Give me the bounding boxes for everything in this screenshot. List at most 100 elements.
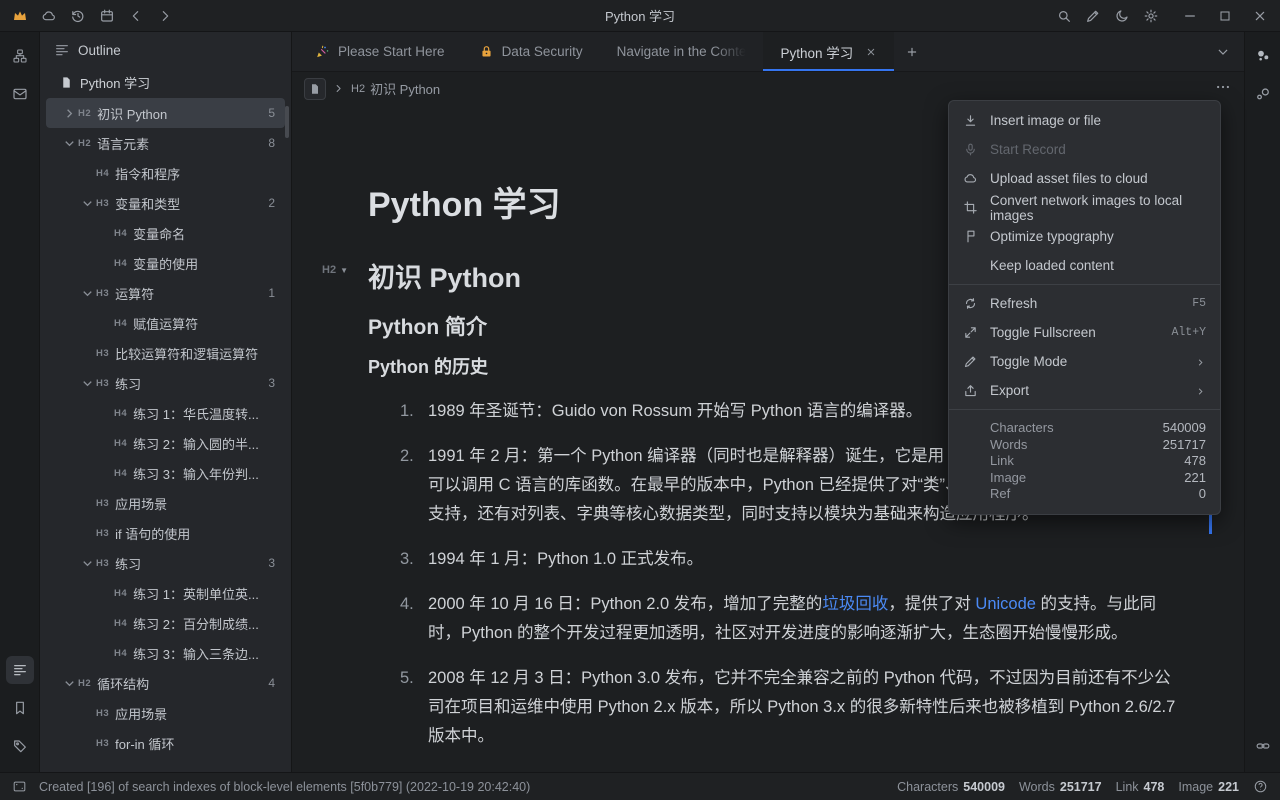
menu-item-toggle-mode[interactable]: Toggle Mode [949, 347, 1220, 376]
outline-item[interactable]: H3练习3 [46, 548, 285, 578]
outline-item[interactable]: H3for-in 循环 [46, 728, 285, 758]
outline-doc-row[interactable]: Python 学习 [40, 68, 291, 96]
history-icon[interactable] [70, 8, 86, 24]
tab-please-start-here[interactable]: Please Start Here [298, 32, 462, 71]
inline-link[interactable]: Unicode [975, 595, 1036, 613]
dock-graph[interactable] [1249, 42, 1277, 70]
tab-close-icon[interactable] [865, 46, 877, 58]
ellipsis-icon [1214, 78, 1232, 96]
chevron-down-icon[interactable] [80, 556, 95, 571]
daily-note-icon[interactable] [99, 8, 115, 24]
dock-bookmark[interactable] [6, 694, 34, 722]
outline-item[interactable]: H4赋值运算符 [46, 308, 285, 338]
chevron-down-icon[interactable] [80, 286, 95, 301]
outline-item[interactable]: H3应用场景 [46, 488, 285, 518]
outline-item[interactable]: H4练习 2：输入圆的半... [46, 428, 285, 458]
settings-gear-icon[interactable] [1143, 8, 1159, 24]
dock-outline[interactable] [6, 656, 34, 684]
outline-item[interactable]: H4练习 2：百分制成绩... [46, 608, 285, 638]
dock-link[interactable] [1249, 732, 1277, 760]
outline-item[interactable]: H3变量和类型2 [46, 188, 285, 218]
outline-panel-header[interactable]: Outline [40, 32, 291, 68]
list-item-text[interactable]: 2000 年 10 月 16 日：Python 2.0 发布，增加了完整的垃圾回… [428, 590, 1184, 648]
minimize-button[interactable] [1182, 8, 1198, 24]
search-icon[interactable] [1056, 8, 1072, 24]
menu-item-convert-network-images-to-local-images[interactable]: Convert network images to local images [949, 193, 1220, 222]
list-item-text[interactable]: 2008 年 12 月 3 日：Python 3.0 发布，它并不完全兼容之前的… [428, 664, 1184, 751]
menu-item-optimize-typography[interactable]: Optimize typography [949, 222, 1220, 251]
menu-divider [949, 409, 1220, 410]
menu-item-upload-asset-files-to-cloud[interactable]: Upload asset files to cloud [949, 164, 1220, 193]
outline-item[interactable]: H3if 语句的使用 [46, 518, 285, 548]
chevron-down-icon[interactable] [80, 196, 95, 211]
outline-item[interactable]: H2初识 Python5 [46, 98, 285, 128]
status-task-icon [12, 779, 27, 794]
outline-item[interactable]: H4练习 3：输入年份判... [46, 458, 285, 488]
maximize-button[interactable] [1217, 8, 1233, 24]
heading-gutter[interactable]: H2▼ [322, 264, 348, 276]
doc-paragraph[interactable]: 目前我们使用的 Python 3.7.x 的版本是在 2018 年发布的，Pyt… [368, 771, 1184, 772]
menu-item-insert-image-or-file[interactable]: Insert image or file [949, 106, 1220, 135]
children-count: 5 [260, 106, 275, 120]
chevron-down-icon[interactable] [80, 376, 95, 391]
status-stat-value: 221 [1218, 780, 1239, 794]
sync-cloud-icon[interactable] [41, 8, 57, 24]
status-stat-value: 478 [1144, 780, 1165, 794]
outline-item[interactable]: H3运算符1 [46, 278, 285, 308]
back-icon[interactable] [128, 8, 144, 24]
outline-item[interactable]: H4练习 3：输入三条边... [46, 638, 285, 668]
status-stat-value: 540009 [963, 780, 1005, 794]
dock-file-tree[interactable] [6, 42, 34, 70]
dock-inbox[interactable] [6, 80, 34, 108]
tab-data-security[interactable]: Data Security [462, 32, 600, 71]
forward-icon[interactable] [157, 8, 173, 24]
outline-doc-title: Python 学习 [80, 73, 150, 92]
breadcrumb-segment[interactable]: 初识 Python [370, 79, 440, 98]
dock-tag[interactable] [6, 732, 34, 760]
outline-item[interactable]: H3比较运算符和逻辑运算符 [46, 338, 285, 368]
tag-icon [12, 738, 28, 754]
breadcrumb-doc-button[interactable] [304, 78, 326, 100]
list-item-text[interactable]: 1994 年 1 月：Python 1.0 正式发布。 [428, 545, 1184, 574]
menu-item-keep-loaded-content[interactable]: Keep loaded content [949, 251, 1220, 280]
plus-icon [905, 45, 919, 59]
new-tab-button[interactable] [894, 32, 930, 71]
outline-item-label: 练习 2：输入圆的半... [133, 434, 259, 453]
theme-moon-icon[interactable] [1114, 8, 1130, 24]
heading-level-badge: H2 [78, 108, 91, 119]
dock-backlinks[interactable] [1249, 80, 1277, 108]
outline-item[interactable]: H2语言元素8 [46, 128, 285, 158]
sidebar-scrollbar[interactable] [285, 106, 289, 138]
chevron-down-icon[interactable] [62, 136, 77, 151]
edit-mode-icon[interactable] [1085, 8, 1101, 24]
outline-item[interactable]: H4变量的使用 [46, 248, 285, 278]
heading-level-badge: H4 [114, 648, 127, 659]
inline-link[interactable]: 垃圾回收 [822, 595, 888, 613]
workspace-icon[interactable] [12, 8, 28, 24]
outline-item[interactable]: H4练习 1：华氏温度转... [46, 398, 285, 428]
outline-item[interactable]: H4练习 1：英制单位英... [46, 578, 285, 608]
link-icon [1255, 738, 1271, 754]
cloud-icon [963, 171, 978, 186]
doc-stat-ref: Ref0 [990, 486, 1206, 503]
tab-python-学习[interactable]: Python 学习 [763, 32, 894, 71]
refresh-icon [963, 296, 978, 311]
twisty-spacer [98, 436, 113, 451]
chevron-down-icon[interactable] [62, 676, 77, 691]
tab-list-button[interactable] [1216, 32, 1244, 71]
doc-more-button[interactable] [1214, 78, 1232, 99]
status-bar: Created [196] of search indexes of block… [0, 772, 1280, 800]
outline-item[interactable]: H2循环结构4 [46, 668, 285, 698]
outline-item[interactable]: H3应用场景 [46, 698, 285, 728]
chevron-right-icon[interactable] [62, 106, 77, 121]
close-button[interactable] [1252, 8, 1268, 24]
outline-item[interactable]: H3练习3 [46, 368, 285, 398]
help-icon[interactable] [1253, 779, 1268, 794]
outline-item[interactable]: H4变量命名 [46, 218, 285, 248]
menu-item-export[interactable]: Export [949, 376, 1220, 405]
tab-navigate-in-the-conte[interactable]: Navigate in the Conte [600, 32, 764, 71]
outline-item[interactable]: H4指令和程序 [46, 158, 285, 188]
status-message: Created [196] of search indexes of block… [39, 780, 530, 794]
menu-item-toggle-fullscreen[interactable]: Toggle FullscreenAlt+Y [949, 318, 1220, 347]
menu-item-refresh[interactable]: RefreshF5 [949, 289, 1220, 318]
